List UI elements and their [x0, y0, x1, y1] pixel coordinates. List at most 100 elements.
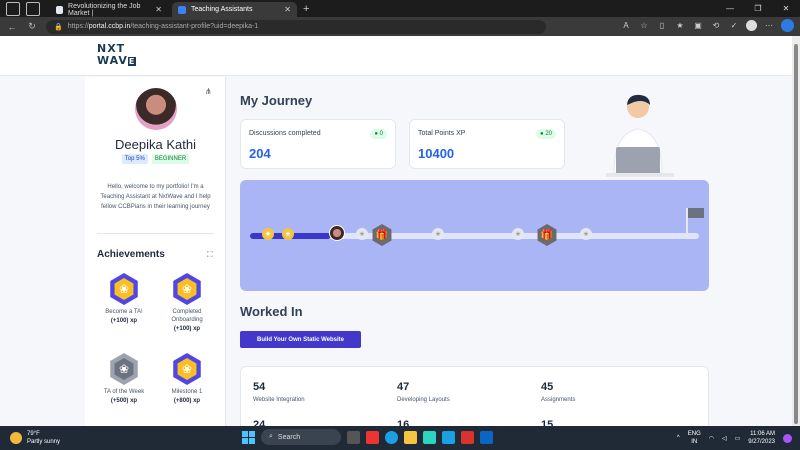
- tab-title: Teaching Assistants: [191, 6, 253, 13]
- rank-badge: Top 5%: [121, 154, 148, 164]
- achievement-label: Become a TA!: [105, 309, 143, 315]
- stat-item: 47 Developing Layouts: [397, 381, 450, 403]
- favorites-icon[interactable]: ★: [674, 21, 686, 30]
- person-laptop-illustration: [606, 94, 674, 177]
- history-icon[interactable]: ⟲: [710, 21, 722, 30]
- milestone-star-icon[interactable]: ★: [580, 228, 592, 240]
- page-favicon-icon: [56, 5, 64, 14]
- page-scrollbar[interactable]: [792, 36, 800, 426]
- achievement-onboarding[interactable]: ❀ Completed Onboarding (+100) xp: [157, 273, 217, 332]
- profile-avatar-icon[interactable]: [746, 20, 757, 31]
- tab-teaching-assistants[interactable]: Teaching Assistants ✕: [172, 2, 297, 17]
- task-view-icon[interactable]: [347, 430, 360, 444]
- volume-icon[interactable]: ◁: [722, 435, 727, 442]
- weather-widget[interactable]: 79°F Partly sunny: [10, 430, 60, 446]
- refresh-icon[interactable]: ↻: [24, 21, 40, 32]
- scrollbar-thumb[interactable]: [794, 44, 798, 424]
- linkedin-icon[interactable]: [480, 430, 493, 444]
- journey-progress-map: ★ ★ ★ 🎁 ★ ★ 🎁 ★: [240, 180, 709, 291]
- delta-pill: ● 20: [536, 129, 556, 139]
- url-field[interactable]: 🔒 https:// portal.ccbp.in /teaching-assi…: [46, 19, 546, 34]
- reward-gift-icon[interactable]: 🎁: [372, 224, 392, 246]
- card-title: Total Points XP: [418, 130, 466, 137]
- start-icon[interactable]: [242, 430, 255, 444]
- achievement-badge-locked-icon: ❀: [110, 353, 138, 385]
- stat-label: Developing Layouts: [397, 397, 450, 403]
- back-icon[interactable]: ←: [4, 22, 20, 32]
- milestone-star-icon[interactable]: ★: [282, 228, 294, 240]
- divider: [97, 233, 214, 234]
- card-value: 204: [249, 146, 271, 161]
- maximize-button[interactable]: ❐: [744, 0, 772, 17]
- tab-title: Revolutionizing the Job Market |: [68, 2, 141, 17]
- profile-sidebar: ⋔ Deepika Kathi Top 5% BEGINNER Hello, w…: [85, 77, 226, 426]
- new-tab-button[interactable]: +: [303, 3, 309, 15]
- milestone-star-icon[interactable]: ★: [512, 228, 524, 240]
- minimize-button[interactable]: —: [716, 0, 744, 17]
- close-window-button[interactable]: ✕: [772, 0, 800, 17]
- reward-gift-icon[interactable]: 🎁: [537, 224, 557, 246]
- finish-flag-icon: [686, 208, 704, 238]
- more-menu-icon[interactable]: ⋯: [763, 21, 775, 30]
- nxtwave-logo[interactable]: NXT WAVE: [97, 43, 137, 68]
- share-icon[interactable]: ⋔: [205, 87, 212, 96]
- achievement-badge-icon: ❀: [173, 273, 201, 305]
- achievement-label: Milestone 1: [171, 389, 203, 395]
- achievement-ta-of-week[interactable]: ❀ TA of the Week (+500) xp: [94, 353, 154, 404]
- current-position-avatar: [329, 225, 345, 241]
- file-explorer-icon[interactable]: [404, 430, 417, 444]
- clock[interactable]: 11:06 AM 9/27/2023: [748, 430, 775, 446]
- stat-value: 24: [253, 419, 266, 426]
- close-tab-icon[interactable]: ✕: [155, 5, 162, 14]
- stat-value: 45: [541, 381, 554, 393]
- milestone-star-icon[interactable]: ★: [432, 228, 444, 240]
- close-tab-icon[interactable]: ✕: [284, 5, 291, 14]
- milestone-star-icon[interactable]: ★: [262, 228, 274, 240]
- tab-actions-icon[interactable]: [26, 1, 40, 16]
- stat-item: 54 Website Integration: [253, 381, 305, 403]
- achievement-become-ta[interactable]: ❀ Become a TA! (+100) xp: [94, 273, 154, 324]
- store-icon[interactable]: [423, 430, 436, 444]
- battery-icon[interactable]: ▭: [735, 435, 741, 442]
- taskbar-search[interactable]: ⌕ Search: [261, 429, 341, 445]
- wifi-icon[interactable]: ◠: [709, 435, 714, 442]
- collections-icon[interactable]: ▣: [692, 21, 704, 30]
- app-l-icon[interactable]: [442, 430, 455, 444]
- system-tray: ^ ENG IN ◠ ◁ ▭ 11:06 AM 9/27/2023: [677, 430, 792, 446]
- achievement-milestone-1[interactable]: ❀ Milestone 1 (+800) xp: [157, 353, 217, 404]
- achievement-xp: (+500) xp: [110, 398, 138, 404]
- milestone-star-icon[interactable]: ★: [356, 228, 368, 240]
- show-hidden-icon[interactable]: ^: [677, 435, 680, 441]
- profile-photo: [135, 88, 177, 130]
- search-label: Search: [277, 433, 301, 441]
- url-scheme: https://: [67, 23, 89, 30]
- achievement-label: TA of the Week: [103, 389, 145, 395]
- notification-icon[interactable]: [783, 433, 792, 443]
- extensions-icon[interactable]: ✓: [728, 21, 740, 30]
- project-button[interactable]: Build Your Own Static Website: [240, 331, 361, 348]
- page-content: NXT WAVE ⋔ Deepika Kathi Top 5% BEGINNER…: [0, 36, 792, 426]
- read-aloud-icon[interactable]: A: [620, 21, 632, 30]
- expand-icon[interactable]: ⛶: [207, 250, 213, 260]
- mcafee-icon[interactable]: [461, 430, 474, 444]
- copilot-icon[interactable]: [781, 19, 794, 32]
- workspaces-icon[interactable]: [6, 1, 20, 16]
- language-indicator[interactable]: ENG IN: [688, 430, 701, 446]
- achievement-xp: (+100) xp: [173, 326, 201, 332]
- achievement-badge-icon: ❀: [173, 353, 201, 385]
- browser-window: Revolutionizing the Job Market | ✕ Teach…: [0, 0, 800, 450]
- achievement-badge-icon: ❀: [110, 273, 138, 305]
- stat-value: 15: [541, 419, 554, 426]
- favorite-star-icon[interactable]: ☆: [638, 21, 650, 30]
- edge-icon[interactable]: [385, 430, 398, 444]
- lock-icon: 🔒: [54, 23, 63, 31]
- split-screen-icon[interactable]: ▯: [656, 21, 668, 30]
- stat-label: Website Integration: [253, 397, 305, 403]
- weather-text: 79°F Partly sunny: [27, 430, 60, 446]
- search-icon: ⌕: [269, 433, 273, 440]
- level-badge: BEGINNER: [151, 154, 190, 164]
- points-card: Total Points XP ● 20 10400: [409, 119, 565, 169]
- app-icon[interactable]: [366, 430, 379, 444]
- profile-badges: Top 5% BEGINNER: [85, 154, 226, 164]
- tab-job-market[interactable]: Revolutionizing the Job Market | ✕: [50, 2, 168, 17]
